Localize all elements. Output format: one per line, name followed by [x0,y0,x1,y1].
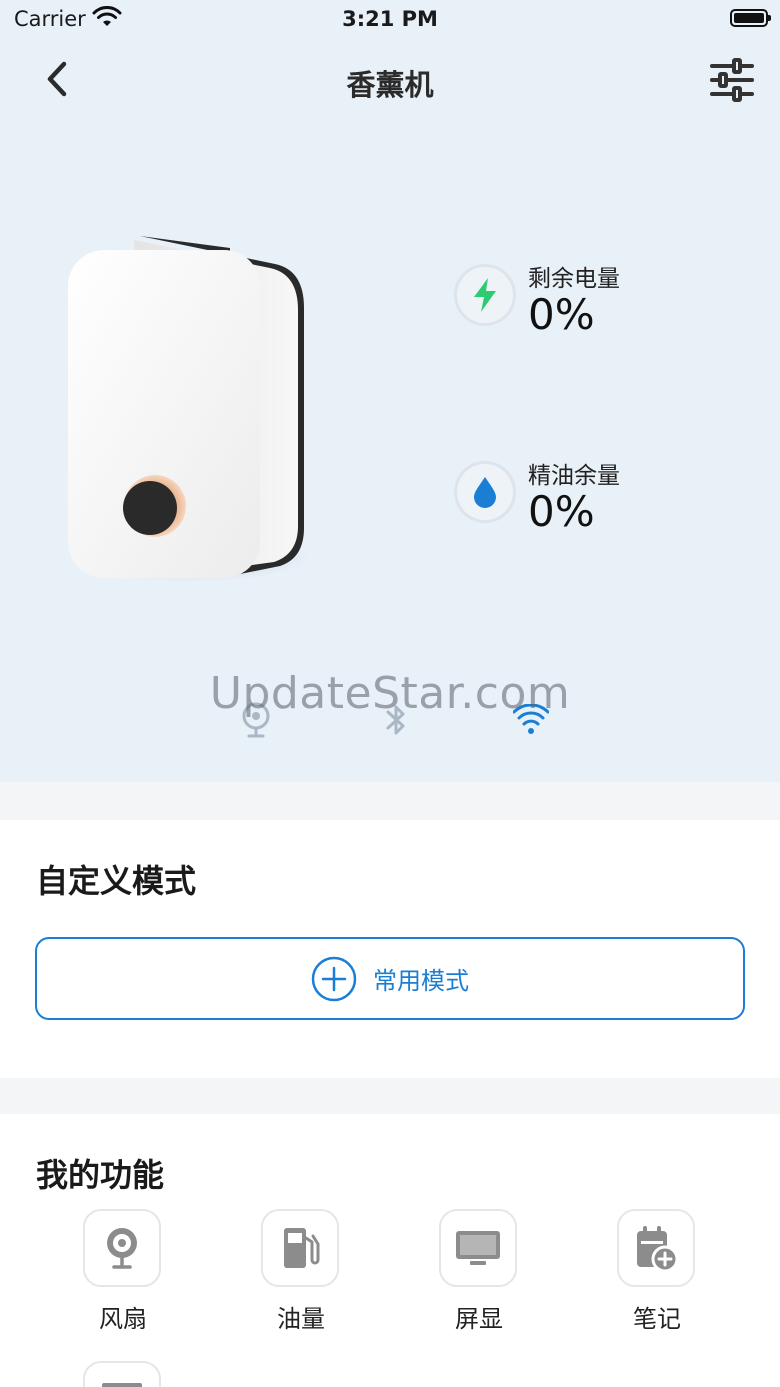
fan-icon [83,1209,161,1287]
common-mode-button[interactable]: 常用模式 [35,937,745,1020]
device-hero: Carrier 3:21 PM 香薰机 剩余电量 0% 精油余量 0% Upda… [0,0,780,782]
monitor-icon [439,1209,517,1287]
plus-circle-icon [311,956,357,1001]
keyboard-icon [83,1361,161,1387]
battery-label: 剩余电量 [528,266,620,292]
function-screen-label: 屏显 [455,1305,503,1333]
lightning-icon [454,264,516,326]
battery-stat: 剩余电量 0% [454,264,754,384]
functions-card: 我的功能 风扇 油量 屏显 笔记 [0,1114,780,1387]
common-mode-label: 常用模式 [373,967,469,995]
function-oil[interactable]: 油量 [251,1209,351,1339]
function-screen[interactable]: 屏显 [429,1209,529,1339]
battery-icon [730,9,771,27]
function-oil-label: 油量 [277,1305,325,1333]
function-notes[interactable]: 笔记 [607,1209,707,1339]
page-title: 香薰机 [346,68,434,102]
function-more[interactable] [73,1361,173,1387]
sliders-icon [710,58,754,102]
function-notes-label: 笔记 [633,1305,681,1333]
status-bar: Carrier 3:21 PM [0,0,780,40]
settings-button[interactable] [706,54,758,106]
oil-value: 0% [528,487,595,536]
watermark-text: UpdateStar.com [209,668,571,719]
water-drop-icon [454,461,516,523]
aroma-diffuser-image [60,228,320,588]
oil-label: 精油余量 [528,463,620,489]
function-fan-label: 风扇 [99,1305,147,1333]
clock: 3:21 PM [342,7,438,31]
navigation-bar: 香薰机 [0,46,780,116]
functions-title: 我的功能 [36,1156,165,1194]
calendar-add-icon [617,1209,695,1287]
function-fan[interactable]: 风扇 [73,1209,173,1339]
battery-value: 0% [528,290,595,339]
oil-stat: 精油余量 0% [454,461,754,581]
fuel-pump-icon [261,1209,339,1287]
custom-mode-title: 自定义模式 [36,862,197,900]
custom-mode-card: 自定义模式 常用模式 [0,820,780,1078]
